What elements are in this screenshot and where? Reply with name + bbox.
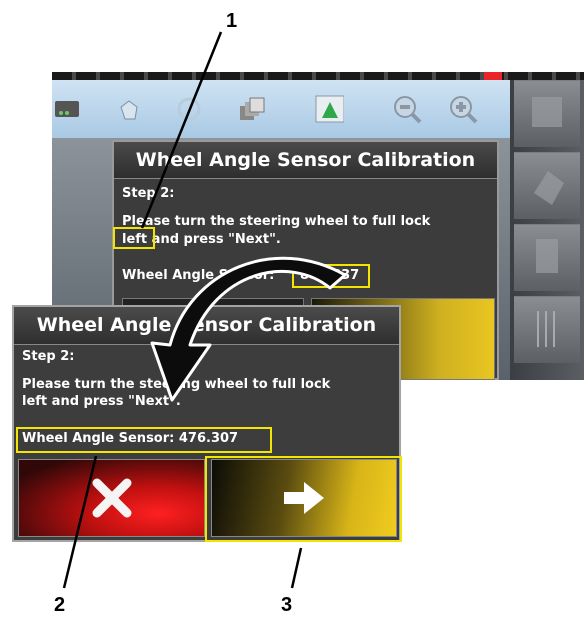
network-icon[interactable] bbox=[52, 94, 82, 124]
highlight-next-button bbox=[205, 456, 402, 542]
boundary-icon bbox=[536, 239, 558, 273]
hand-icon[interactable] bbox=[114, 94, 144, 124]
map-view-icon bbox=[532, 97, 562, 127]
callout-2: 2 bbox=[54, 594, 66, 616]
top-status-strip bbox=[52, 72, 584, 80]
highlight-left-word bbox=[113, 227, 155, 249]
side-panel bbox=[510, 80, 584, 380]
back-dialog-sensor-label: Wheel Angle Sensor: bbox=[122, 268, 275, 283]
side-button-lines[interactable] bbox=[514, 296, 580, 363]
callout-3: 3 bbox=[281, 594, 293, 616]
front-dialog-message-line2: left and press "Next". bbox=[22, 394, 181, 409]
highlight-front-sensor-readout bbox=[16, 427, 272, 453]
back-dialog-message-line1: Please turn the steering wheel to full l… bbox=[122, 214, 431, 229]
highlight-back-sensor-value bbox=[292, 264, 370, 288]
close-icon bbox=[92, 478, 131, 518]
field-map-icon[interactable] bbox=[314, 94, 344, 124]
lines-icon bbox=[537, 311, 555, 347]
back-dialog-message-rest: and press "Next". bbox=[147, 232, 281, 247]
side-button-rotate[interactable] bbox=[514, 152, 580, 219]
front-dialog-step: Step 2: bbox=[22, 349, 75, 364]
rotate-icon bbox=[534, 171, 564, 205]
side-button-map-view[interactable] bbox=[514, 80, 580, 147]
back-dialog-step: Step 2: bbox=[122, 186, 175, 201]
callout-1: 1 bbox=[226, 10, 238, 32]
layers-icon[interactable] bbox=[236, 94, 266, 124]
front-dialog-title: Wheel Angle Sensor Calibration bbox=[14, 307, 399, 345]
zoom-in-icon[interactable] bbox=[448, 94, 478, 124]
status-indicator-red bbox=[484, 72, 502, 80]
zoom-out-icon[interactable] bbox=[392, 94, 422, 124]
callout-line-3 bbox=[290, 547, 303, 589]
front-dialog-message-line1: Please turn the steering wheel to full l… bbox=[22, 377, 331, 392]
side-button-boundary[interactable] bbox=[514, 224, 580, 291]
top-toolbar bbox=[52, 80, 510, 138]
circle-icon[interactable] bbox=[174, 94, 204, 124]
back-dialog-title: Wheel Angle Sensor Calibration bbox=[114, 142, 497, 179]
cancel-button[interactable] bbox=[18, 459, 205, 537]
